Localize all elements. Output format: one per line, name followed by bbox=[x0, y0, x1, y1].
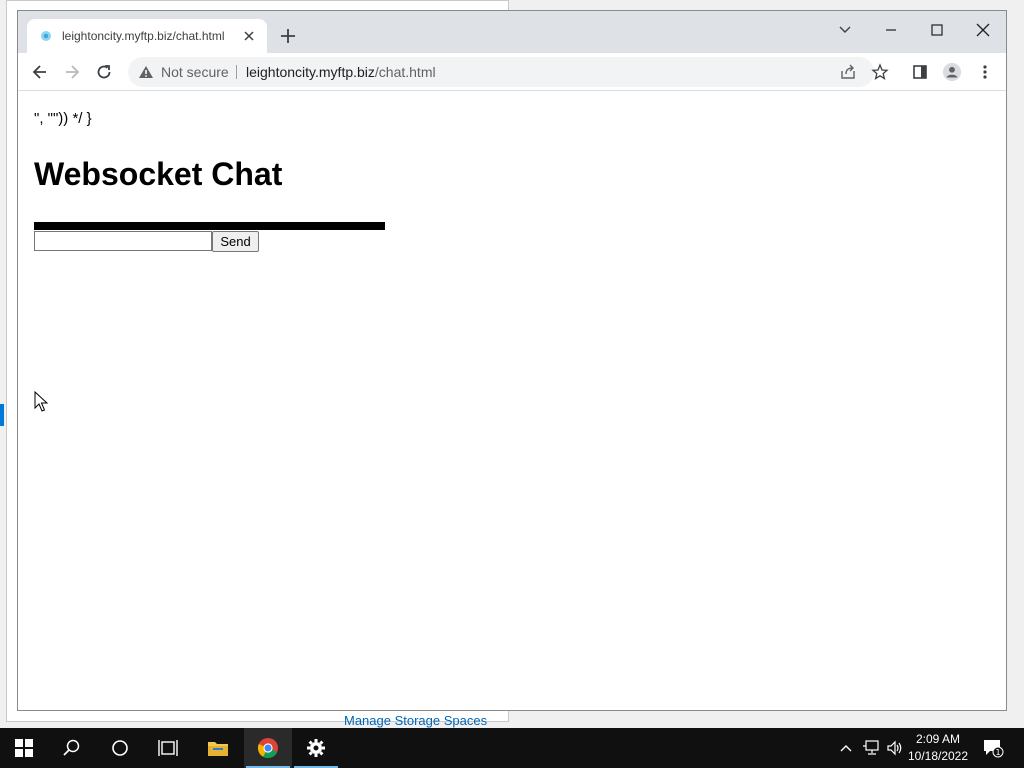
taskbar: 2:09 AM 10/18/2022 1 bbox=[0, 728, 1024, 768]
clock-time: 2:09 AM bbox=[915, 732, 961, 746]
address-bar[interactable]: Not secure leightoncity.myftp.biz/chat.h… bbox=[128, 57, 874, 87]
back-arrow-icon[interactable] bbox=[30, 62, 50, 82]
tab-strip: leightoncity.myftp.biz/chat.html bbox=[18, 11, 1006, 53]
close-tab-icon[interactable] bbox=[241, 28, 257, 44]
show-hidden-icons-chevron-icon[interactable] bbox=[836, 728, 856, 768]
action-center-icon[interactable]: 1 bbox=[980, 728, 1006, 768]
start-windows-icon[interactable] bbox=[0, 728, 48, 768]
side-panel-icon[interactable] bbox=[910, 62, 930, 82]
cortana-circle-icon[interactable] bbox=[96, 728, 144, 768]
stray-script-text: ", "")) */ } bbox=[34, 110, 92, 127]
close-window-icon[interactable] bbox=[970, 17, 996, 43]
share-icon[interactable] bbox=[838, 62, 858, 82]
url-host: leightoncity.myftp.biz bbox=[246, 64, 375, 80]
settings-gear-icon[interactable] bbox=[292, 728, 340, 768]
url-path: /chat.html bbox=[374, 64, 436, 80]
globe-favicon-icon bbox=[41, 31, 51, 41]
url-text[interactable]: leightoncity.myftp.biz/chat.html bbox=[246, 64, 436, 80]
background-window-accent bbox=[0, 404, 4, 426]
bookmark-star-icon[interactable] bbox=[870, 62, 890, 82]
notification-count: 1 bbox=[995, 748, 1000, 757]
volume-speaker-icon[interactable] bbox=[884, 728, 906, 768]
system-clock[interactable]: 2:09 AM 10/18/2022 bbox=[905, 731, 971, 765]
warning-triangle-icon[interactable] bbox=[138, 65, 154, 79]
page-heading: Websocket Chat bbox=[34, 156, 283, 192]
tab-title: leightoncity.myftp.biz/chat.html bbox=[62, 29, 225, 43]
minimize-icon[interactable] bbox=[878, 17, 904, 43]
new-tab-plus-icon[interactable] bbox=[278, 26, 298, 46]
omnibox-separator bbox=[236, 65, 237, 79]
forward-arrow-icon[interactable] bbox=[62, 62, 82, 82]
search-icon[interactable] bbox=[48, 728, 96, 768]
send-button[interactable]: Send bbox=[212, 231, 259, 252]
tab-search-chevron-icon[interactable] bbox=[832, 17, 858, 43]
network-icon[interactable] bbox=[860, 728, 882, 768]
manage-storage-spaces-link[interactable]: Manage Storage Spaces bbox=[344, 713, 487, 728]
chrome-taskbar-icon[interactable] bbox=[244, 728, 292, 768]
kebab-menu-icon[interactable] bbox=[975, 62, 995, 82]
message-input[interactable] bbox=[34, 231, 212, 251]
not-secure-label[interactable]: Not secure bbox=[161, 64, 229, 80]
reload-icon[interactable] bbox=[94, 62, 114, 82]
chat-log-box bbox=[34, 222, 385, 230]
mouse-pointer-icon bbox=[34, 391, 48, 412]
tab-chat[interactable]: leightoncity.myftp.biz/chat.html bbox=[27, 19, 267, 53]
profile-avatar-icon[interactable] bbox=[942, 62, 962, 82]
task-view-icon[interactable] bbox=[144, 728, 192, 768]
file-explorer-icon[interactable] bbox=[194, 728, 242, 768]
maximize-icon[interactable] bbox=[924, 17, 950, 43]
browser-toolbar: Not secure leightoncity.myftp.biz/chat.h… bbox=[18, 53, 1006, 91]
page-content: ", "")) */ } Websocket Chat Send bbox=[18, 92, 1006, 710]
clock-date: 10/18/2022 bbox=[907, 749, 969, 763]
browser-window: leightoncity.myftp.biz/chat.html Not sec… bbox=[17, 10, 1007, 711]
